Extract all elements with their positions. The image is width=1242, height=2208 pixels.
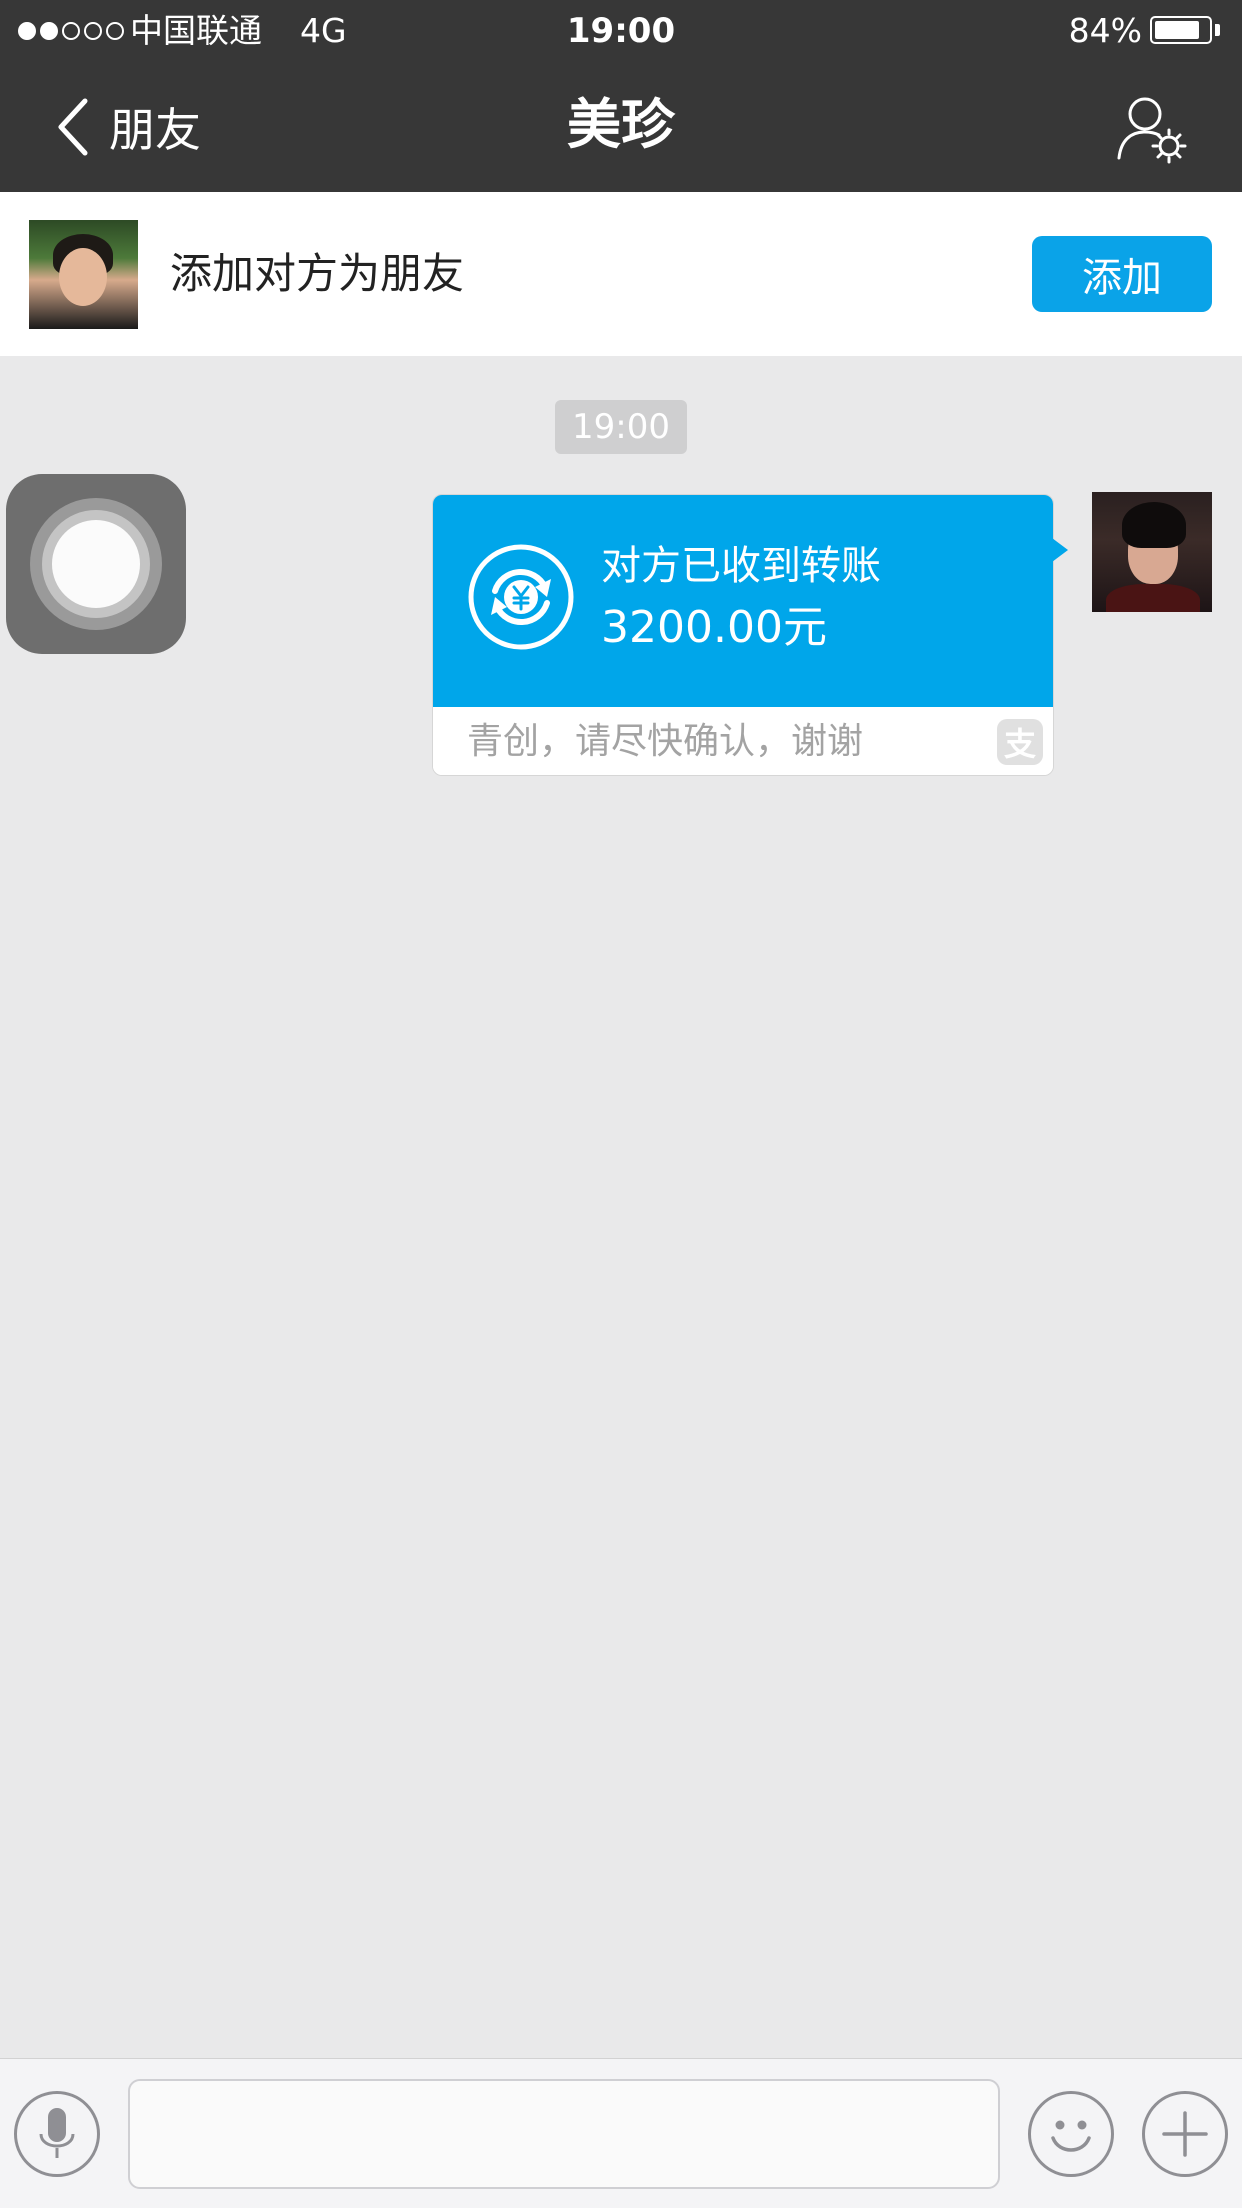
navigation-bar: 朋友 美珍 (0, 62, 1242, 192)
add-friend-prompt: 添加对方为朋友 (170, 249, 465, 298)
back-button[interactable]: 朋友 (55, 92, 201, 162)
message-input[interactable] (128, 2079, 1000, 2189)
smiley-icon (1051, 2120, 1091, 2152)
yuan-transfer-icon (468, 544, 574, 650)
add-friend-banner: 添加对方为朋友 添加 (0, 192, 1242, 356)
add-friend-button[interactable]: 添加 (1032, 236, 1212, 312)
battery-percentage: 84% (1068, 11, 1142, 50)
transfer-amount: 3200.00元 (601, 602, 827, 653)
user-settings-icon (1117, 97, 1187, 164)
profile-settings-button[interactable] (1115, 92, 1187, 164)
transfer-status: 对方已收到转账 (601, 543, 881, 589)
message-input-bar (0, 2058, 1242, 2208)
transfer-note: 青创，请尽快确认，谢谢 (467, 721, 864, 762)
more-options-button[interactable] (1142, 2091, 1228, 2177)
transfer-message-card[interactable]: 对方已收到转账 3200.00元 青创，请尽快确认，谢谢 支 (432, 494, 1054, 776)
my-avatar[interactable] (1092, 492, 1212, 612)
microphone-icon (39, 2108, 75, 2158)
status-bar: 中国联通 4G 19:00 84% (0, 0, 1242, 62)
assistive-touch-button[interactable] (6, 474, 186, 654)
voice-input-button[interactable] (14, 2091, 100, 2177)
chevron-left-icon (58, 98, 88, 156)
bubble-tail (1052, 538, 1068, 562)
message-row: 对方已收到转账 3200.00元 青创，请尽快确认，谢谢 支 (430, 492, 1212, 782)
status-time: 19:00 (566, 11, 676, 51)
back-label: 朋友 (109, 103, 201, 157)
plus-icon (1162, 2111, 1208, 2157)
message-timestamp: 19:00 (555, 400, 687, 454)
alipay-icon: 支 (997, 719, 1043, 765)
emoji-button[interactable] (1028, 2091, 1114, 2177)
battery-icon (1150, 16, 1212, 44)
contact-avatar[interactable] (29, 220, 138, 329)
